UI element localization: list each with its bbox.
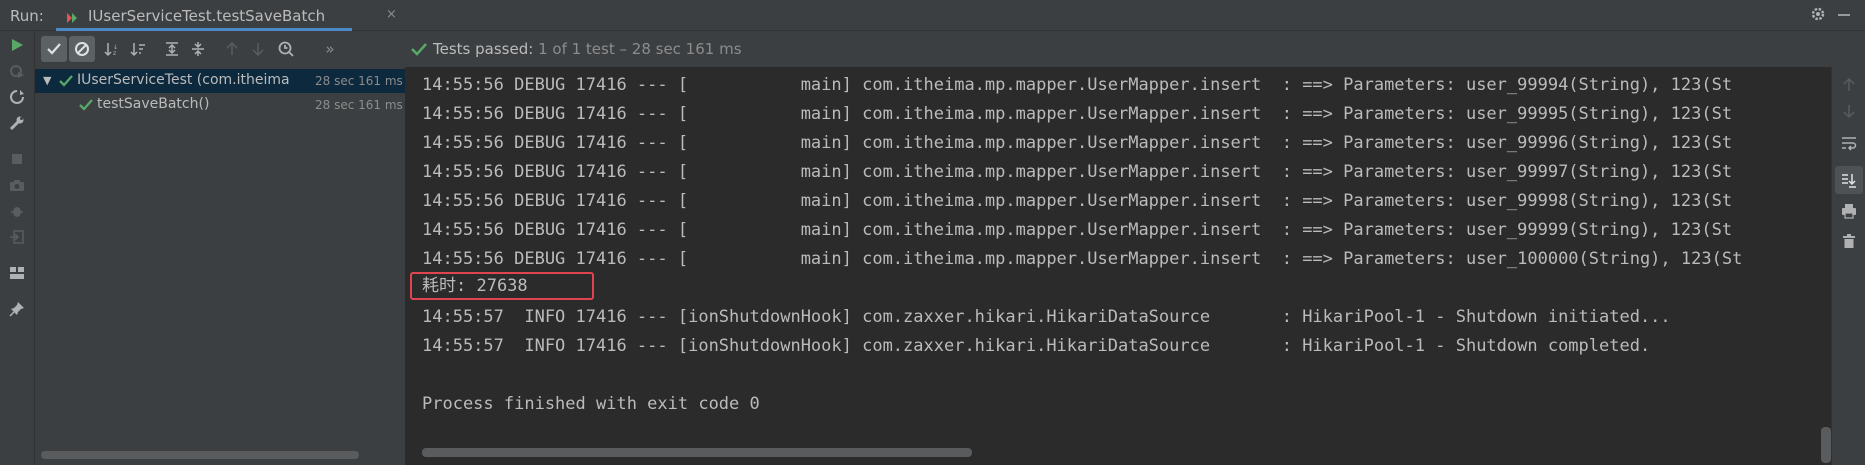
test-status: Tests passed: 1 of 1 test – 28 sec 161 m… xyxy=(411,40,742,58)
log-line: 14:55:57 INFO 17416 --- [ionShutdownHook… xyxy=(422,307,1671,327)
test-class-label: IUserServiceTest (com.itheima xyxy=(77,72,290,88)
layout-icon[interactable] xyxy=(9,265,25,281)
log-line: 14:55:56 DEBUG 17416 --- [ main] com.ith… xyxy=(422,191,1733,211)
passed-check-icon xyxy=(59,75,73,87)
rerun-failed-icon xyxy=(9,63,25,79)
exit-icon xyxy=(9,229,25,245)
up-arrow-icon xyxy=(1841,77,1857,93)
highlight-box xyxy=(410,272,594,300)
log-line: 14:55:57 INFO 17416 --- [ionShutdownHook… xyxy=(422,336,1651,356)
sort-by-duration-icon[interactable] xyxy=(125,36,151,62)
tree-row-test-class[interactable]: ▼ IUserServiceTest (com.itheima 28 sec 1… xyxy=(35,69,405,93)
expand-all-icon[interactable] xyxy=(159,36,185,62)
more-actions-icon[interactable]: » xyxy=(317,36,343,62)
status-prefix: Tests passed: xyxy=(433,40,534,58)
passed-check-icon xyxy=(411,43,427,56)
test-history-icon[interactable] xyxy=(273,36,299,62)
previous-failed-test-icon xyxy=(219,36,245,62)
collapse-all-icon[interactable] xyxy=(185,36,211,62)
run-side-toolbar xyxy=(0,31,35,465)
test-class-duration: 28 sec 161 ms xyxy=(315,74,403,88)
down-arrow-icon xyxy=(1841,103,1857,119)
test-tree: ▼ IUserServiceTest (com.itheima 28 sec 1… xyxy=(35,67,406,465)
pin-icon[interactable] xyxy=(9,301,25,317)
run-tool-window-header: Run: IUserServiceTest.testSaveBatch × xyxy=(0,0,1865,31)
tree-horizontal-scrollbar[interactable] xyxy=(41,451,359,459)
console-side-toolbar xyxy=(1831,67,1865,465)
soft-wrap-icon[interactable] xyxy=(1841,135,1857,151)
next-failed-test-icon xyxy=(245,36,271,62)
log-line: 14:55:56 DEBUG 17416 --- [ main] com.ith… xyxy=(422,249,1743,269)
log-line: 14:55:56 DEBUG 17416 --- [ main] com.ith… xyxy=(422,162,1733,182)
status-count: 1 xyxy=(538,40,548,58)
toggle-auto-test-icon[interactable] xyxy=(9,89,25,105)
camera-icon xyxy=(9,177,25,193)
log-line: 14:55:56 DEBUG 17416 --- [ main] com.ith… xyxy=(422,104,1733,124)
tree-row-test-method[interactable]: testSaveBatch() 28 sec 161 ms xyxy=(35,93,405,117)
status-detail: of 1 test – 28 sec 161 ms xyxy=(552,40,742,58)
show-passed-icon[interactable] xyxy=(41,36,67,62)
test-results-toolbar: ↓ z » Tests passed: 1 of 1 test – 28 sec … xyxy=(35,31,1865,67)
debug-icon xyxy=(9,203,25,219)
log-line: 14:55:56 DEBUG 17416 --- [ main] com.ith… xyxy=(422,220,1733,240)
minimize-icon[interactable] xyxy=(1838,14,1850,16)
test-method-label: testSaveBatch() xyxy=(97,96,210,112)
log-line: 14:55:56 DEBUG 17416 --- [ main] com.ith… xyxy=(422,133,1733,153)
stop-icon xyxy=(9,151,25,167)
log-line: 14:55:56 DEBUG 17416 --- [ main] com.ith… xyxy=(422,75,1733,95)
run-label: Run: xyxy=(10,7,44,25)
test-method-duration: 28 sec 161 ms xyxy=(315,98,403,112)
console-output[interactable]: 14:55:56 DEBUG 17416 --- [ main] com.ith… xyxy=(406,67,1831,465)
sort-alphabetically-icon[interactable]: ↓ z xyxy=(99,36,125,62)
print-icon[interactable] xyxy=(1841,203,1857,219)
console-vertical-scrollbar[interactable] xyxy=(1821,427,1831,463)
show-ignored-icon[interactable] xyxy=(69,36,95,62)
test-run-icon xyxy=(66,9,78,23)
svg-text:z: z xyxy=(113,50,116,57)
rerun-icon[interactable] xyxy=(9,37,25,53)
process-exit-line: Process finished with exit code 0 xyxy=(422,394,760,414)
trash-icon[interactable] xyxy=(1841,233,1857,249)
scroll-to-end-icon[interactable] xyxy=(1841,172,1857,188)
expand-arrow-icon[interactable]: ▼ xyxy=(43,74,51,87)
run-config-tab[interactable]: IUserServiceTest.testSaveBatch × xyxy=(56,0,397,31)
console-horizontal-scrollbar[interactable] xyxy=(422,448,972,457)
wrench-icon[interactable] xyxy=(9,115,25,131)
gear-icon[interactable] xyxy=(1810,6,1826,22)
close-tab-icon[interactable]: × xyxy=(386,7,397,22)
tab-title: IUserServiceTest.testSaveBatch xyxy=(88,7,326,25)
passed-check-icon xyxy=(79,99,93,111)
